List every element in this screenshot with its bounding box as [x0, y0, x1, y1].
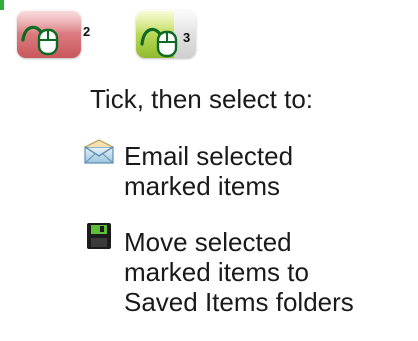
move-action-text: Move selected marked items to Saved Item…: [124, 227, 354, 317]
help-panel: 2 3 Tick, then select to: Email selected…: [0, 0, 418, 341]
floppy-disk-icon: [86, 222, 112, 255]
mouse-click-icon: [21, 25, 59, 56]
mouse-button-2[interactable]: [17, 10, 81, 58]
envelope-icon: [82, 138, 116, 171]
move-action-line: marked items to: [124, 257, 309, 287]
email-action-line: marked items: [124, 171, 281, 201]
email-action-text: Email selected marked items: [124, 141, 293, 201]
mouse-button-number: 2: [83, 24, 91, 39]
email-action-line: Email selected: [124, 141, 294, 171]
move-action-line: Move selected: [124, 227, 292, 257]
mouse-button-number: 3: [183, 30, 191, 45]
corner-marker: [0, 0, 4, 10]
instruction-text: Tick, then select to:: [90, 84, 314, 114]
move-action-line: Saved Items folders: [124, 287, 354, 317]
